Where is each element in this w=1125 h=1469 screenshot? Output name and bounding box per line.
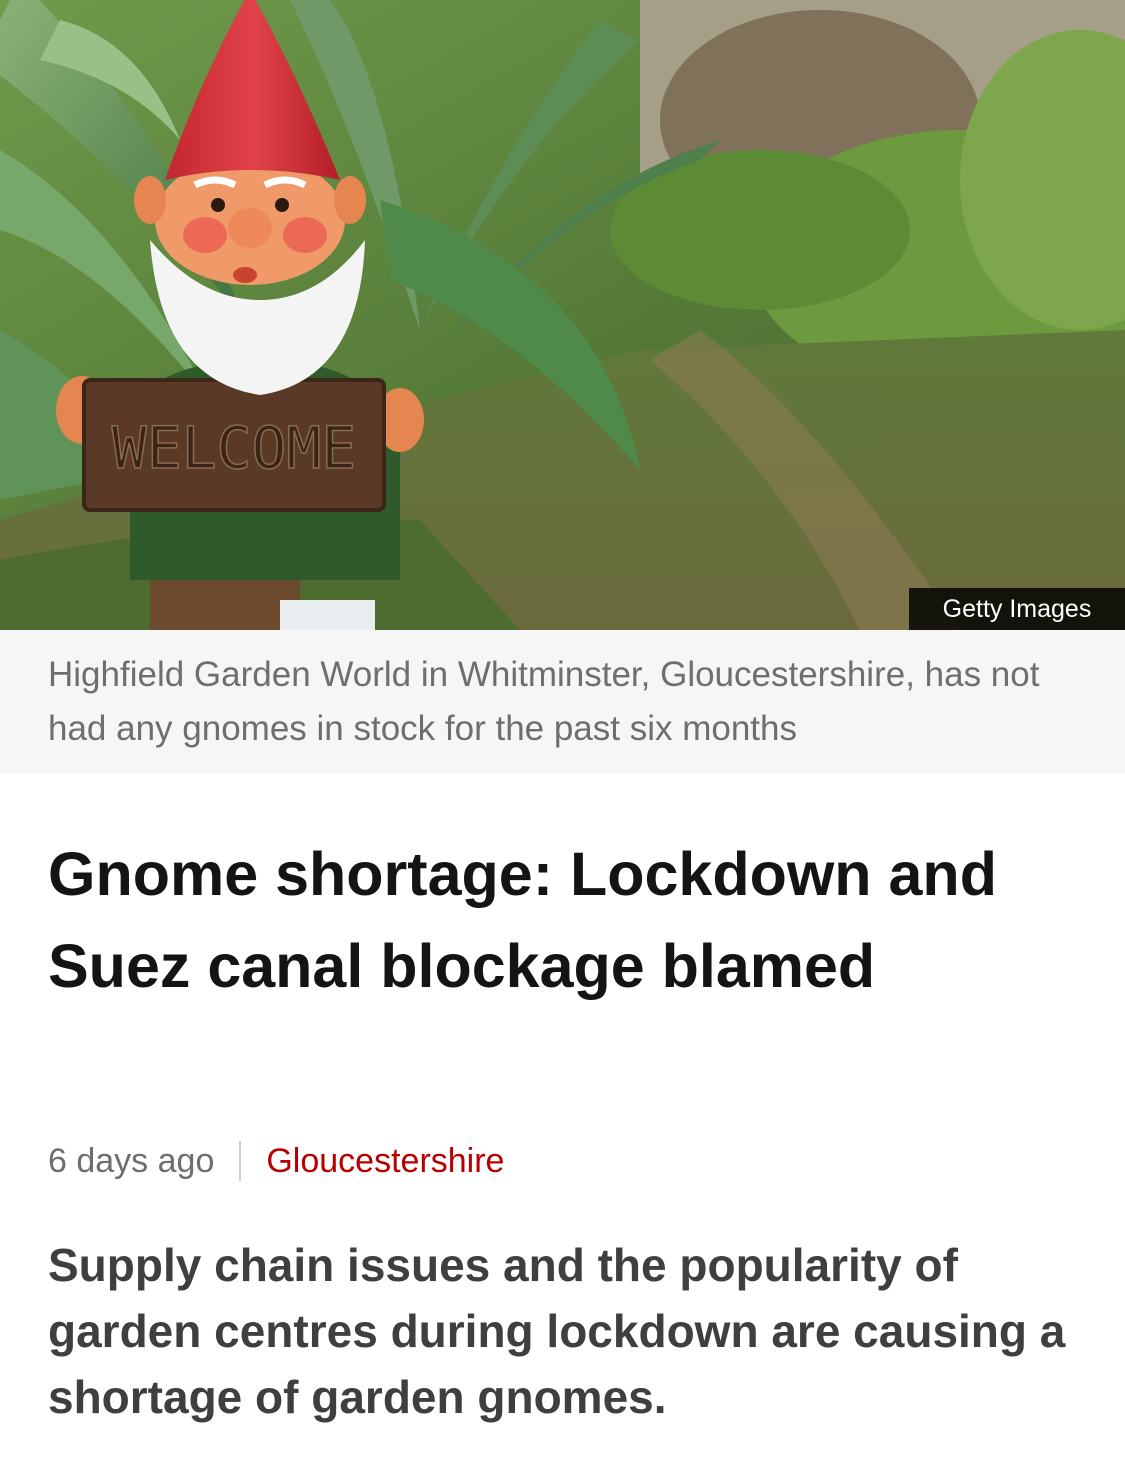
article-page: WELCOME Getty Images Highfield Garden Wo… xyxy=(0,0,1125,1469)
publish-time: 6 days ago xyxy=(48,1141,215,1180)
meta-divider xyxy=(239,1141,242,1181)
hero-image: WELCOME Getty Images xyxy=(0,0,1125,630)
caption-text: Highfield Garden World in Whitminster, G… xyxy=(48,655,1040,748)
image-caption: Highfield Garden World in Whitminster, G… xyxy=(0,630,1125,774)
article-intro: Supply chain issues and the popularity o… xyxy=(48,1239,1066,1423)
article-meta: 6 days ago Gloucestershire xyxy=(48,1136,504,1186)
welcome-sign-text: WELCOME xyxy=(112,414,356,482)
topic-link[interactable]: Gloucestershire xyxy=(266,1142,504,1181)
gnome-photo: WELCOME xyxy=(0,0,1125,630)
image-credit: Getty Images xyxy=(909,588,1125,630)
article-headline: Gnome shortage: Lockdown and Suez canal … xyxy=(48,840,997,1000)
